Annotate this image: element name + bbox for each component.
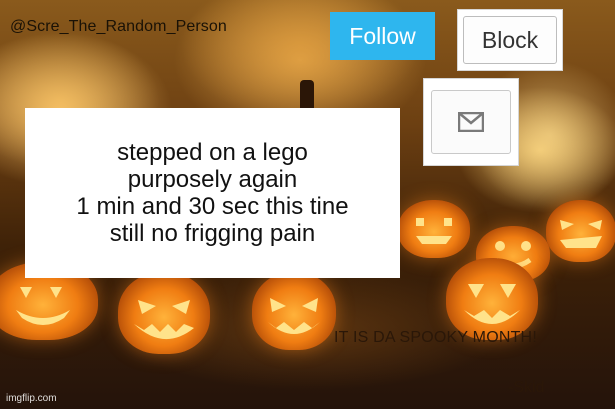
imgflip-watermark: imgflip.com [6, 393, 57, 404]
profile-handle[interactable]: @Scre_The_Random_Person [10, 18, 227, 36]
spooky-month-text: IT IS DA SPOOKY MONTH! [334, 329, 537, 346]
block-button-label: Block [463, 16, 557, 64]
jack-o-lantern-front-right [446, 258, 538, 340]
jack-o-lantern-center-left [118, 272, 210, 354]
post-text-box: stepped on a lego purposely again 1 min … [25, 108, 400, 278]
signature: -Skid [508, 379, 545, 396]
jack-o-lantern-right-back [398, 200, 470, 258]
jack-o-lantern-center [252, 272, 336, 350]
follow-button[interactable]: Follow [330, 12, 435, 60]
jack-o-lantern-far-right [546, 200, 615, 262]
envelope-icon [458, 112, 484, 132]
message-button[interactable] [423, 78, 519, 166]
message-button-frame [431, 90, 511, 154]
block-button[interactable]: Block [457, 9, 563, 71]
announcement-template: @Scre_The_Random_Person Follow Block ste… [0, 0, 615, 409]
post-text: stepped on a lego purposely again 1 min … [76, 139, 349, 247]
